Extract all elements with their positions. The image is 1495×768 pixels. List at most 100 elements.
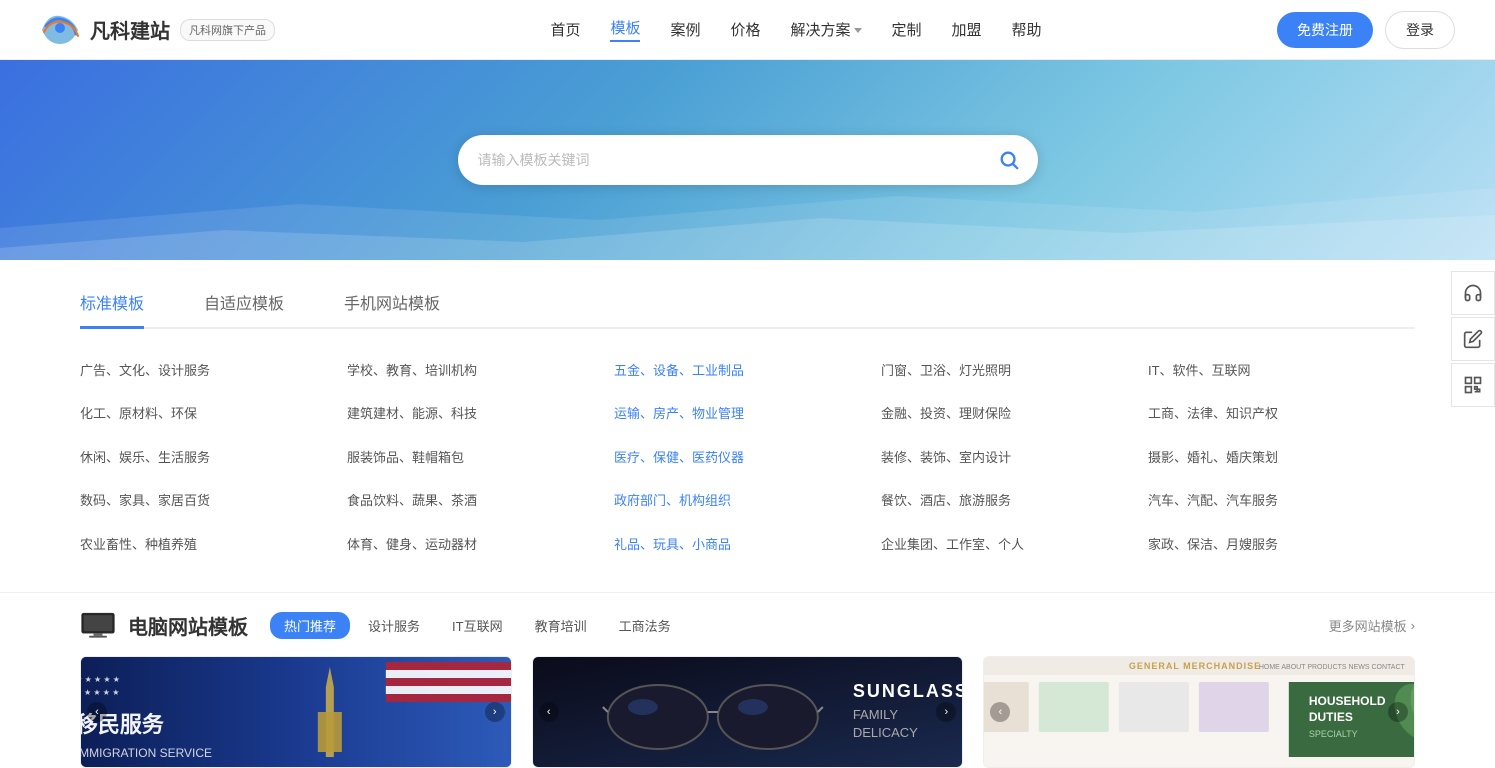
svg-text:SPECIALTY: SPECIALTY	[1309, 729, 1358, 739]
nav-home[interactable]: 首页	[550, 19, 580, 40]
monitor-icon	[80, 611, 116, 639]
category-item[interactable]: 五金、设备、工业制品	[614, 353, 881, 388]
logo-text: 凡科建站	[90, 15, 170, 44]
filter-tab-hot[interactable]: 热门推荐	[270, 612, 350, 639]
tab-mobile[interactable]: 手机网站模板	[344, 280, 440, 329]
category-item[interactable]: 工商、法律、知识产权	[1148, 396, 1415, 431]
svg-text:GENERAL MERCHANDISE: GENERAL MERCHANDISE	[1129, 661, 1261, 671]
pencil-icon	[1463, 329, 1483, 349]
logo-icon	[40, 12, 80, 48]
category-item[interactable]: 企业集团、工作室、个人	[881, 527, 1148, 562]
sunglasses-scene: SUNGLASSES FAMILY DELICACY	[533, 657, 963, 767]
template-card-sunglasses[interactable]: SUNGLASSES FAMILY DELICACY ‹ ›	[532, 656, 964, 768]
nav-case[interactable]: 案例	[670, 19, 700, 40]
category-item[interactable]: 门窗、卫浴、灯光照明	[881, 353, 1148, 388]
filter-tab-edu[interactable]: 教育培训	[521, 612, 601, 639]
category-item[interactable]: 农业畜性、种植养殖	[80, 527, 347, 562]
category-item[interactable]: 政府部门、机构组织	[614, 483, 881, 518]
edit-button[interactable]	[1451, 317, 1495, 361]
search-icon	[998, 149, 1020, 171]
chevron-down-icon	[854, 28, 862, 33]
section-filter-tabs: 热门推荐 设计服务 IT互联网 教育培训 工商法务	[270, 612, 685, 639]
card-preview-immigration: ★ ★ ★ ★ ★ ★ ★ ★ ★ ★ ★ ★ ★ 移民服务	[81, 657, 511, 767]
filter-tab-it[interactable]: IT互联网	[438, 612, 517, 639]
category-item[interactable]: 化工、原材料、环保	[80, 396, 347, 431]
category-item[interactable]: 建筑建材、能源、科技	[347, 396, 614, 431]
svg-text:FAMILY: FAMILY	[852, 707, 898, 722]
category-item[interactable]: 餐饮、酒店、旅游服务	[881, 483, 1148, 518]
template-tabs: 标准模板 自适应模板 手机网站模板	[80, 280, 1415, 329]
category-grid: 广告、文化、设计服务 学校、教育、培训机构 五金、设备、工业制品 门窗、卫浴、灯…	[80, 353, 1415, 562]
main-content: 标准模板 自适应模板 手机网站模板 广告、文化、设计服务 学校、教育、培训机构 …	[0, 260, 1495, 768]
card-preview-merchandise: GENERAL MERCHANDISE HOME ABOUT PRODUCTS …	[984, 657, 1414, 767]
filter-tab-design[interactable]: 设计服务	[354, 612, 434, 639]
card-prev-arrow[interactable]: ‹	[539, 702, 559, 722]
tab-responsive[interactable]: 自适应模板	[204, 280, 284, 329]
category-item[interactable]: 金融、投资、理财保险	[881, 396, 1148, 431]
nav-custom[interactable]: 定制	[892, 19, 922, 40]
card-next-arrow[interactable]: ›	[485, 702, 505, 722]
template-card-merchandise[interactable]: GENERAL MERCHANDISE HOME ABOUT PRODUCTS …	[983, 656, 1415, 768]
category-item[interactable]: 休闲、娱乐、生活服务	[80, 440, 347, 475]
nav-template[interactable]: 模板	[610, 17, 640, 42]
category-item[interactable]: 医疗、保健、医药仪器	[614, 440, 881, 475]
category-item[interactable]: 礼品、玩具、小商品	[614, 527, 881, 562]
category-item[interactable]: 体育、健身、运动器材	[347, 527, 614, 562]
chevron-right-icon: ›	[1411, 618, 1415, 633]
qr-code-button[interactable]	[1451, 363, 1495, 407]
nav-price[interactable]: 价格	[730, 19, 760, 40]
desktop-section-title: 电脑网站模板	[128, 611, 248, 640]
main-nav: 首页 模板 案例 价格 解决方案 定制 加盟 帮助	[315, 17, 1277, 42]
svg-text:SUNGLASSES: SUNGLASSES	[852, 681, 962, 701]
hero-banner	[0, 60, 1495, 260]
svg-text:IMMIGRATION SERVICE: IMMIGRATION SERVICE	[81, 746, 212, 760]
sidebar-tools	[1451, 271, 1495, 407]
category-item[interactable]: 装修、装饰、室内设计	[881, 440, 1148, 475]
logo-area: 凡科建站 凡科网旗下产品	[40, 12, 275, 48]
category-item[interactable]: 学校、教育、培训机构	[347, 353, 614, 388]
category-item[interactable]: 广告、文化、设计服务	[80, 353, 347, 388]
header: 凡科建站 凡科网旗下产品 首页 模板 案例 价格 解决方案 定制 加盟 帮助 免…	[0, 0, 1495, 60]
card2-background: SUNGLASSES FAMILY DELICACY	[533, 657, 963, 767]
category-item[interactable]: 摄影、婚礼、婚庆策划	[1148, 440, 1415, 475]
merchandise-scene: GENERAL MERCHANDISE HOME ABOUT PRODUCTS …	[984, 657, 1414, 767]
section-divider	[0, 592, 1495, 593]
headphone-icon	[1463, 283, 1483, 303]
register-button[interactable]: 免费注册	[1277, 12, 1373, 48]
svg-text:DUTIES: DUTIES	[1309, 710, 1353, 724]
more-templates-link[interactable]: 更多网站模板 ›	[1329, 616, 1415, 635]
card1-background: ★ ★ ★ ★ ★ ★ ★ ★ ★ ★ ★ ★ ★ 移民服务	[81, 657, 511, 767]
qr-code-icon	[1463, 375, 1483, 395]
card-next-arrow[interactable]: ›	[936, 702, 956, 722]
category-item[interactable]: 运输、房产、物业管理	[614, 396, 881, 431]
header-actions: 免费注册 登录	[1277, 11, 1455, 49]
card-prev-arrow[interactable]: ‹	[990, 702, 1010, 722]
logo-tag: 凡科网旗下产品	[180, 19, 275, 41]
category-item[interactable]: 服装饰品、鞋帽箱包	[347, 440, 614, 475]
login-button[interactable]: 登录	[1385, 11, 1455, 49]
svg-text:★ ★ ★ ★ ★ ★ ★: ★ ★ ★ ★ ★ ★ ★	[81, 688, 119, 697]
card-preview-sunglasses: SUNGLASSES FAMILY DELICACY ‹ ›	[533, 657, 963, 767]
svg-text:DELICACY: DELICACY	[852, 725, 917, 740]
svg-text:HOME ABOUT PRODUCTS NEWS C: HOME ABOUT PRODUCTS NEWS CONTACT	[1259, 664, 1406, 671]
nav-join[interactable]: 加盟	[952, 19, 982, 40]
search-box	[458, 135, 1038, 185]
category-item[interactable]: 数码、家具、家居百货	[80, 483, 347, 518]
nav-help[interactable]: 帮助	[1012, 19, 1042, 40]
customer-service-button[interactable]	[1451, 271, 1495, 315]
category-item[interactable]: 食品饮料、蔬果、茶酒	[347, 483, 614, 518]
card-next-arrow[interactable]: ›	[1388, 702, 1408, 722]
nav-solution[interactable]: 解决方案	[791, 19, 862, 40]
search-button[interactable]	[990, 141, 1028, 179]
card3-background: GENERAL MERCHANDISE HOME ABOUT PRODUCTS …	[984, 657, 1414, 767]
category-item[interactable]: IT、软件、互联网	[1148, 353, 1415, 388]
template-card-immigration[interactable]: ★ ★ ★ ★ ★ ★ ★ ★ ★ ★ ★ ★ ★ 移民服务	[80, 656, 512, 768]
search-input[interactable]	[478, 152, 990, 168]
filter-tab-biz[interactable]: 工商法务	[605, 612, 685, 639]
category-item[interactable]: 汽车、汽配、汽车服务	[1148, 483, 1415, 518]
card-prev-arrow[interactable]: ‹	[87, 702, 107, 722]
category-item[interactable]: 家政、保洁、月嫂服务	[1148, 527, 1415, 562]
tab-standard[interactable]: 标准模板	[80, 280, 144, 329]
svg-text:HOUSEHOLD: HOUSEHOLD	[1309, 694, 1386, 708]
svg-text:★ ★ ★ ★ ★ ★: ★ ★ ★ ★ ★ ★	[81, 675, 120, 684]
